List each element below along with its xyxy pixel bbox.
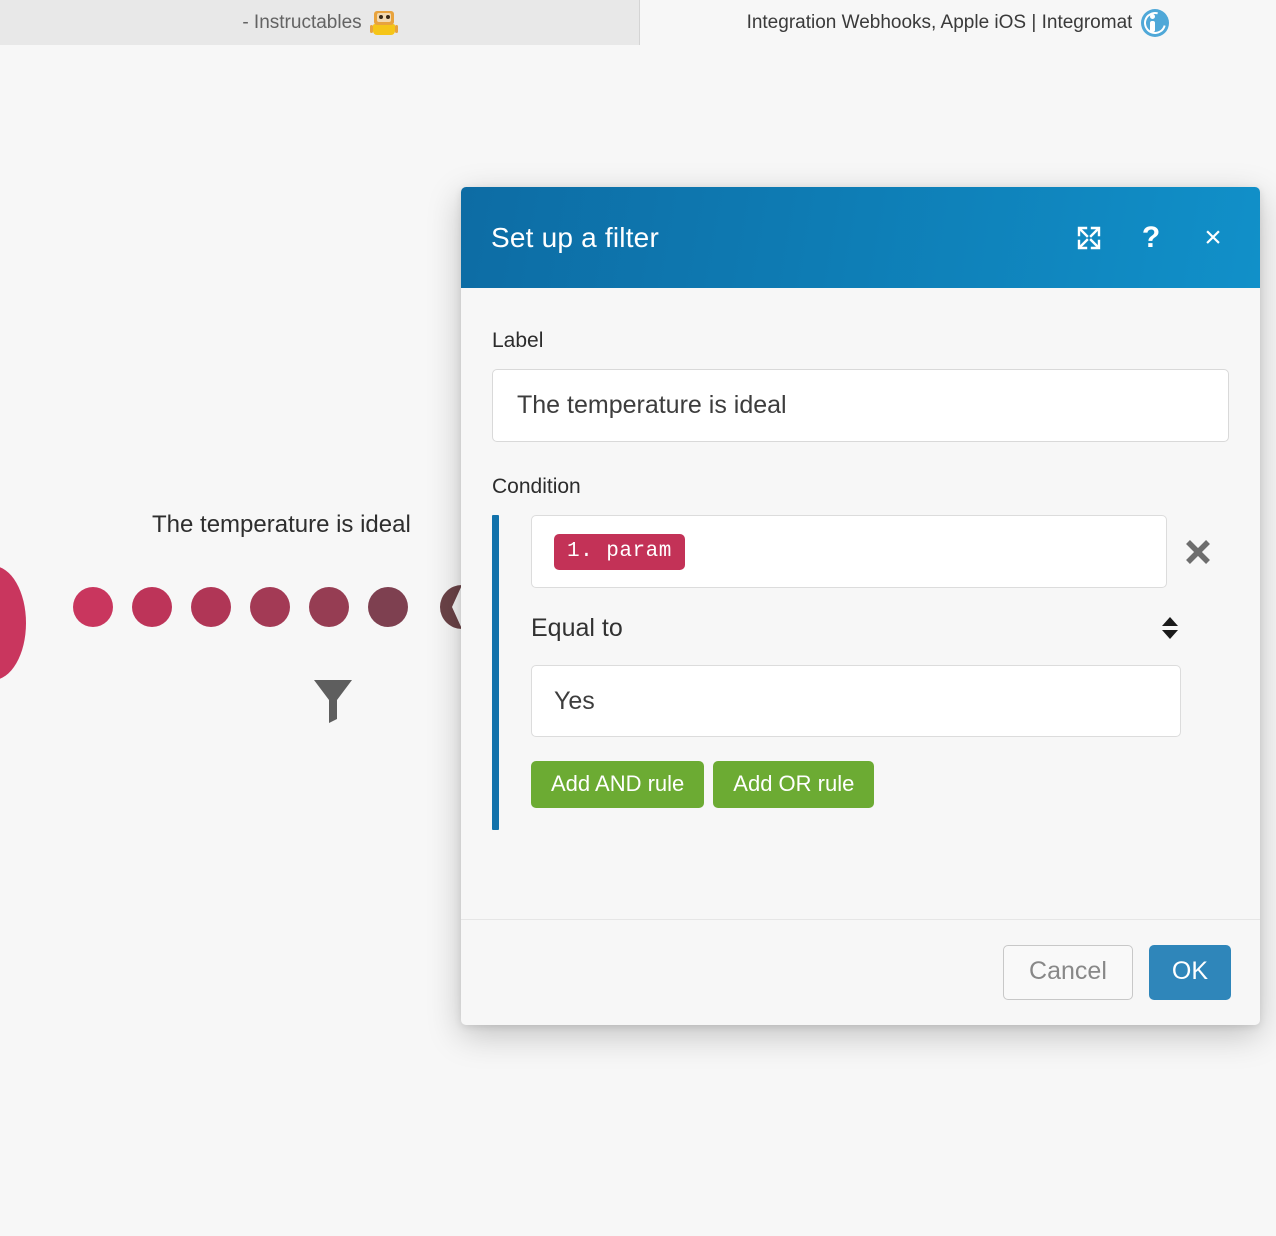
setup-filter-dialog: Set up a filter ? × Label The temperatur… — [461, 187, 1260, 1025]
condition-group: 1. param Equal to Yes Add AND rule Add O… — [492, 515, 1229, 831]
browser-tab-instructables[interactable]: - Instructables — [0, 0, 640, 45]
operator-select[interactable]: Equal to — [531, 595, 1181, 661]
rule-buttons: Add AND rule Add OR rule — [531, 761, 1229, 809]
condition-value-input[interactable]: Yes — [531, 665, 1181, 737]
condition-field-input[interactable]: 1. param — [531, 515, 1167, 588]
condition-rule: 1. param Equal to Yes Add AND rule Add O… — [531, 515, 1229, 830]
connector-dot — [368, 587, 408, 627]
remove-rule-button[interactable] — [1167, 537, 1229, 567]
dialog-header: Set up a filter ? × — [461, 187, 1260, 288]
ok-button[interactable]: OK — [1148, 945, 1231, 1000]
close-icon[interactable]: × — [1196, 221, 1230, 255]
help-icon[interactable]: ? — [1134, 221, 1168, 255]
connector-dot — [191, 587, 231, 627]
browser-tab-integromat[interactable]: Integration Webhooks, Apple iOS | Integr… — [640, 0, 1276, 45]
dialog-title: Set up a filter — [491, 221, 659, 253]
dialog-footer: Cancel OK — [461, 919, 1260, 1025]
condition-section-label: Condition — [492, 475, 581, 498]
add-or-rule-button[interactable]: Add OR rule — [713, 761, 875, 809]
scenario-module-node[interactable] — [0, 566, 26, 680]
integromat-icon — [1140, 7, 1171, 38]
browser-tab-title: - Instructables — [242, 11, 362, 33]
operator-value: Equal to — [531, 613, 623, 642]
param-chip[interactable]: 1. param — [554, 533, 685, 570]
funnel-icon[interactable] — [311, 677, 355, 723]
condition-group-rail — [492, 515, 499, 831]
connector-dot — [250, 587, 290, 627]
dialog-header-actions: ? × — [1072, 221, 1230, 255]
instructables-robot-icon — [369, 10, 398, 36]
cancel-button[interactable]: Cancel — [1003, 945, 1133, 1000]
condition-field-row: 1. param — [531, 515, 1229, 588]
browser-tab-strip: - Instructables Integration Webhooks, Ap… — [0, 0, 1276, 45]
dialog-body: Label The temperature is ideal Condition… — [461, 288, 1260, 919]
expand-icon[interactable] — [1072, 221, 1106, 255]
connector-dot — [132, 587, 172, 627]
connector-dot — [73, 587, 113, 627]
label-input[interactable]: The temperature is ideal — [492, 369, 1229, 442]
connector-dot — [309, 587, 349, 627]
route-label: The temperature is ideal — [152, 511, 411, 538]
add-and-rule-button[interactable]: Add AND rule — [531, 761, 705, 809]
chevron-updown-icon — [1159, 617, 1181, 639]
browser-tab-title: Integration Webhooks, Apple iOS | Integr… — [746, 11, 1133, 33]
label-field-label: Label — [492, 329, 544, 352]
